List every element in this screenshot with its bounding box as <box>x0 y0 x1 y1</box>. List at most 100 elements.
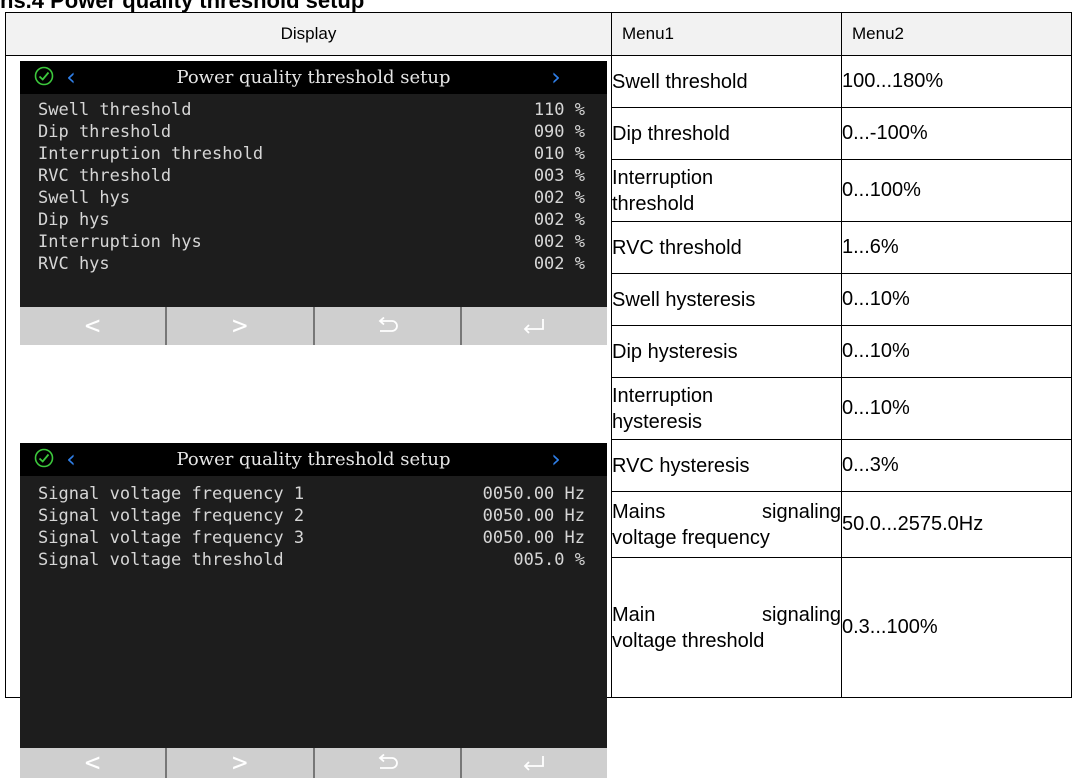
chevron-right-icon: > <box>232 311 248 341</box>
menu1-cell: RVC threshold <box>611 221 842 274</box>
parameter-row[interactable]: Dip threshold 090 % <box>38 121 585 143</box>
chevron-left-icon: < <box>84 311 101 341</box>
parameter-list: Signal voltage frequency 1 0050.00 Hz Sig… <box>38 483 585 571</box>
return-icon <box>375 754 399 772</box>
parameter-value: 0050.00 Hz <box>482 484 585 504</box>
menu1-cell: Dip hysteresis <box>611 325 842 378</box>
screen-title-bar: ‹ Power quality threshold setup › <box>20 443 607 476</box>
parameter-value: 003 % <box>533 166 585 186</box>
parameter-label: Interruption hys <box>38 232 202 252</box>
parameter-value: 010 % <box>533 144 585 164</box>
menu1-label: Swell threshold <box>612 70 748 93</box>
chevron-right-icon[interactable]: › <box>549 61 563 94</box>
parameter-value: 002 % <box>533 188 585 208</box>
menu2-cell: 100...180% <box>841 55 1072 108</box>
menu1-label: Dip hysteresis <box>612 340 738 363</box>
menu1-cell: Mains signaling voltage frequency <box>611 491 842 558</box>
parameter-row[interactable]: RVC hys 002 % <box>38 253 585 275</box>
parameter-label: Swell hys <box>38 188 131 208</box>
parameter-value: 005.0 % <box>513 550 585 570</box>
parameter-label: Dip hys <box>38 210 110 230</box>
menu2-cell: 0...100% <box>841 159 1072 222</box>
menu1-cell: Interruption hysteresis <box>611 377 842 440</box>
parameter-label: RVC threshold <box>38 166 172 186</box>
chevron-right-icon: > <box>232 748 248 778</box>
menu1-label-line1: Mains signaling <box>612 500 841 523</box>
parameter-row[interactable]: Swell hys 002 % <box>38 187 585 209</box>
menu1-cell: Dip threshold <box>611 107 842 160</box>
softkey-left[interactable]: < <box>20 307 168 345</box>
softkey-return[interactable] <box>315 748 462 778</box>
menu1-cell: RVC hysteresis <box>611 439 842 492</box>
menu1-cell: Swell hysteresis <box>611 273 842 326</box>
menu1-label: RVC hysteresis <box>612 454 750 477</box>
menu2-cell: 0...3% <box>841 439 1072 492</box>
parameter-value: 002 % <box>533 254 585 274</box>
parameter-label: Dip threshold <box>38 122 172 142</box>
softkey-return[interactable] <box>315 307 462 345</box>
menu1-label-line2: threshold <box>612 192 695 215</box>
parameter-value: 0050.00 Hz <box>482 506 585 526</box>
menu2-cell: 0...10% <box>841 273 1072 326</box>
softkey-bar: < > <box>20 748 607 778</box>
menu1-label-line2: voltage frequency <box>612 526 770 549</box>
parameter-value: 002 % <box>533 232 585 252</box>
menu1-label-line1: Interruption <box>612 384 714 407</box>
softkey-bar: < > <box>20 307 607 345</box>
menu2-cell: 0.3...100% <box>841 557 1072 698</box>
parameter-row[interactable]: Signal voltage frequency 2 0050.00 Hz <box>38 505 585 527</box>
menu2-column-header: Menu2 <box>841 12 1072 56</box>
menu1-column-header: Menu1 <box>611 12 842 56</box>
parameter-row[interactable]: Interruption threshold 010 % <box>38 143 585 165</box>
display-column-header: Display <box>5 12 612 56</box>
parameter-row[interactable]: Signal voltage frequency 1 0050.00 Hz <box>38 483 585 505</box>
screen-title: Power quality threshold setup <box>176 67 451 88</box>
menu1-label-line1: Main signaling <box>612 603 841 626</box>
menu1-label: Dip threshold <box>612 122 730 145</box>
menu1-label-line2: hysteresis <box>612 410 703 433</box>
parameter-label: Swell threshold <box>38 100 192 120</box>
parameter-value: 002 % <box>533 210 585 230</box>
menu1-label-line1: Interruption <box>612 166 714 189</box>
parameter-label: Signal voltage frequency 3 <box>38 528 305 548</box>
parameter-row[interactable]: Signal voltage frequency 3 0050.00 Hz <box>38 527 585 549</box>
parameter-row[interactable]: Signal voltage threshold 005.0 % <box>38 549 585 571</box>
softkey-enter[interactable] <box>462 307 607 345</box>
menu2-cell: 1...6% <box>841 221 1072 274</box>
menu2-cell: 0...10% <box>841 325 1072 378</box>
menu1-label-line2: voltage threshold <box>612 629 765 652</box>
lcd-screen-threshold-setup-1: ‹ Power quality threshold setup › Swell … <box>20 61 607 345</box>
parameter-row[interactable]: Dip hys 002 % <box>38 209 585 231</box>
parameter-label: RVC hys <box>38 254 110 274</box>
table-header-row: Display Menu1 Menu2 <box>5 12 1072 56</box>
softkey-left[interactable]: < <box>20 748 168 778</box>
menu2-cell: 0...10% <box>841 377 1072 440</box>
enter-icon <box>521 317 547 335</box>
parameter-label: Signal voltage threshold <box>38 550 284 570</box>
menu1-cell: Swell threshold <box>611 55 842 108</box>
parameter-list: Swell threshold 110 % Dip threshold 090 % … <box>38 99 585 275</box>
menu1-label: Swell hysteresis <box>612 288 756 311</box>
softkey-right[interactable]: > <box>167 748 315 778</box>
parameter-row[interactable]: Swell threshold 110 % <box>38 99 585 121</box>
menu2-cell: 0...-100% <box>841 107 1072 160</box>
menu1-cell: Interruption threshold <box>611 159 842 222</box>
parameter-value: 090 % <box>533 122 585 142</box>
parameter-label: Interruption threshold <box>38 144 264 164</box>
screen-title-bar: ‹ Power quality threshold setup › <box>20 61 607 94</box>
screen-title: Power quality threshold setup <box>176 449 451 470</box>
parameter-value: 0050.00 Hz <box>482 528 585 548</box>
return-icon <box>375 317 399 335</box>
parameter-label: Signal voltage frequency 2 <box>38 506 305 526</box>
chevron-left-icon: < <box>84 748 101 778</box>
parameter-label: Signal voltage frequency 1 <box>38 484 305 504</box>
menu1-label: RVC threshold <box>612 236 742 259</box>
chevron-right-icon[interactable]: › <box>549 443 563 476</box>
parameter-row[interactable]: RVC threshold 003 % <box>38 165 585 187</box>
lcd-screen-threshold-setup-2: ‹ Power quality threshold setup › Signal… <box>20 443 607 778</box>
softkey-right[interactable]: > <box>167 307 315 345</box>
softkey-enter[interactable] <box>462 748 607 778</box>
parameter-value: 110 % <box>533 100 585 120</box>
parameter-row[interactable]: Interruption hys 002 % <box>38 231 585 253</box>
menu1-cell: Main signaling voltage threshold <box>611 557 842 698</box>
